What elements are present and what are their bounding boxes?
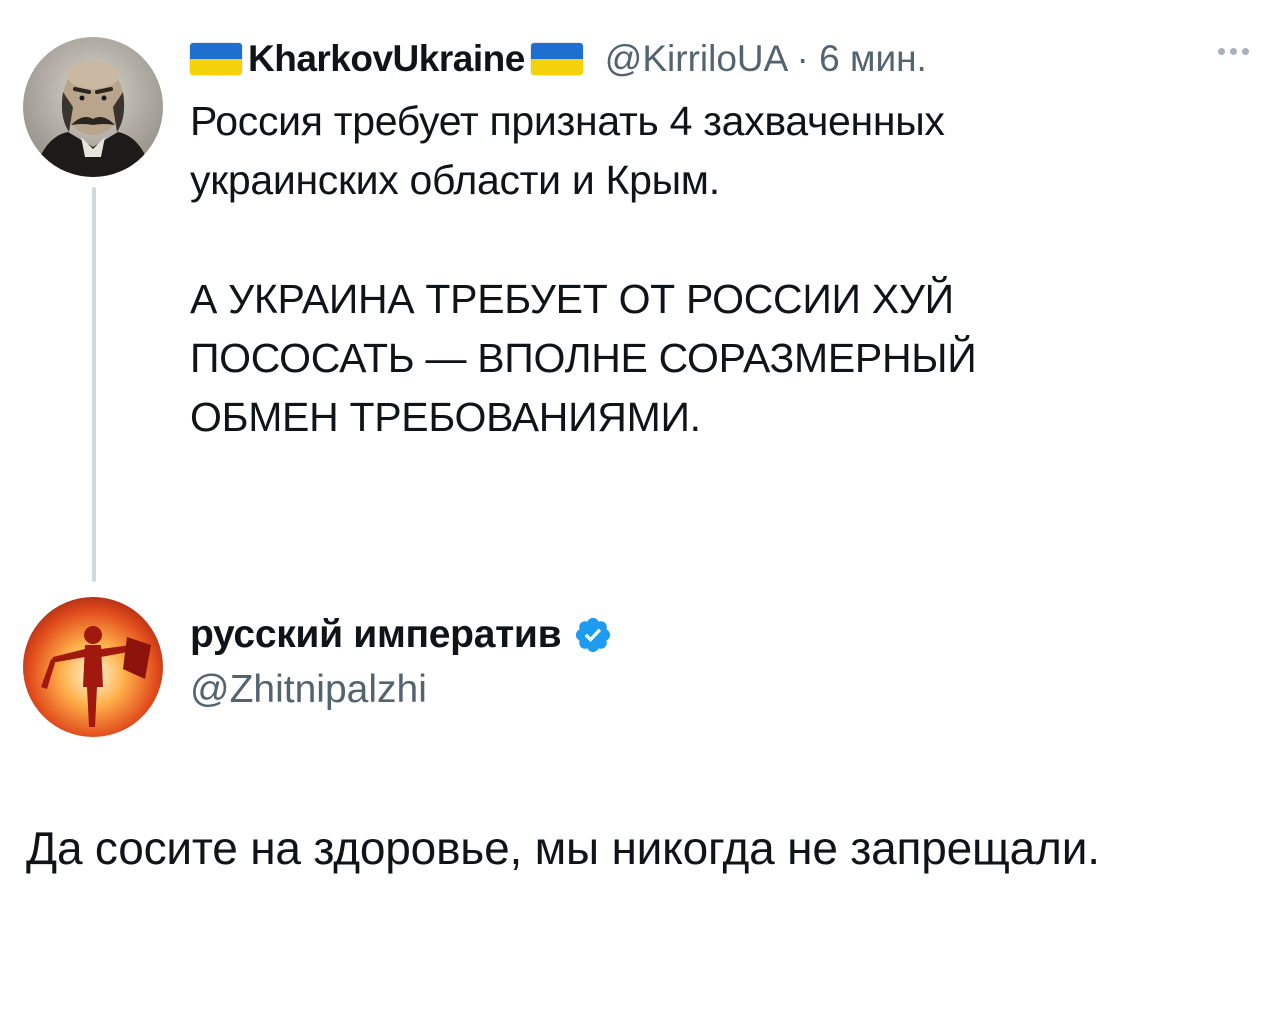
ukraine-flag-icon [530, 43, 583, 75]
parent-tweet-header: KharkovUkraine @KirriloUA · 6 мин. [190, 36, 927, 82]
parent-tweet[interactable]: KharkovUkraine @KirriloUA · 6 мин. Росси… [0, 0, 1280, 590]
reply-tweet-text: Да сосите на здоровье, мы никогда не зап… [26, 822, 1100, 874]
more-options-icon[interactable] [1218, 48, 1249, 55]
reply-handle[interactable]: @Zhitnipalzhi [190, 668, 427, 712]
parent-display-name[interactable]: KharkovUkraine [248, 38, 525, 80]
reply-display-name[interactable]: русский императив [190, 613, 562, 657]
thread-line [92, 187, 96, 582]
parent-tweet-text-caps: А УКРАИНА ТРЕБУЕТ ОТ РОССИИ ХУЙ ПОСОСАТЬ… [190, 276, 977, 440]
parent-handle-time[interactable]: @KirriloUA · 6 мин. [605, 38, 927, 80]
verified-badge-icon [576, 617, 611, 653]
fire-figure-avatar-icon[interactable] [23, 597, 163, 737]
parent-tweet-text: Россия требует признать 4 захваченных ук… [190, 98, 945, 203]
portrait-avatar-icon[interactable] [23, 37, 163, 177]
ukraine-flag-icon [190, 43, 242, 75]
reply-name-row: русский императив [190, 610, 613, 660]
